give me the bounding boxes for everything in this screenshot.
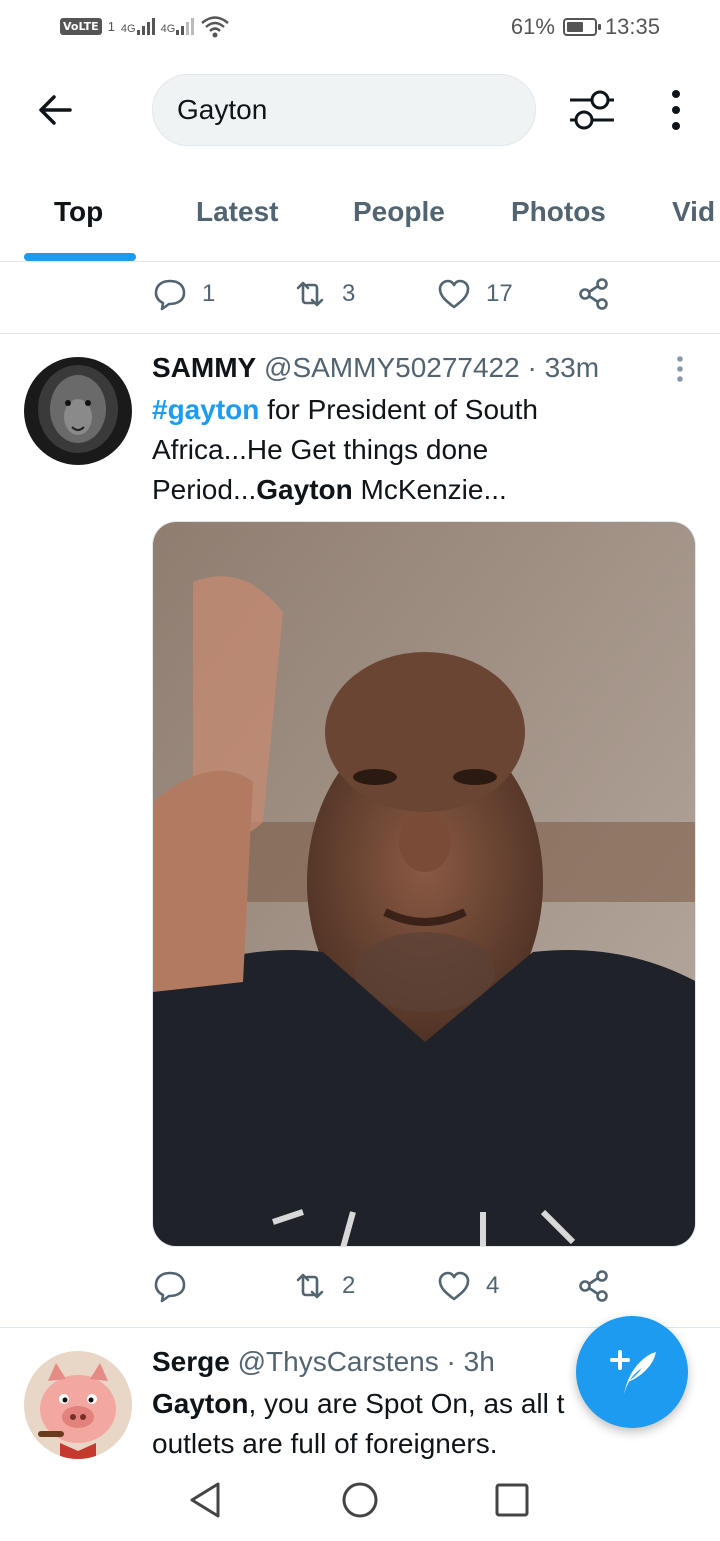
heart-icon [438,279,470,309]
nav-recents-icon[interactable] [490,1478,534,1522]
avatar[interactable] [24,357,132,465]
tweet-text-part: McKenzie... [352,474,507,505]
reply-button[interactable] [152,1268,202,1304]
tab-top[interactable]: Top [54,196,103,228]
reply-icon [154,1271,186,1303]
heart-icon [438,1271,470,1301]
system-nav-bar [0,1460,720,1541]
tweet-photo[interactable] [152,521,696,1247]
tweet-header: Serge @ThysCarstens · 3h [152,1346,495,1378]
retweet-count: 3 [342,280,356,307]
search-tabs: Top Latest People Photos Vid [0,166,720,262]
hashtag-link[interactable]: #gayton [152,394,259,425]
compose-tweet-icon [610,1350,656,1394]
like-count: 17 [486,280,513,307]
retweet-icon [296,1273,324,1299]
tab-videos[interactable]: Vid [672,196,715,228]
share-icon [579,278,608,310]
volte-badge: VoLTE [60,17,102,35]
tab-latest[interactable]: Latest [196,196,278,228]
battery-percent: 61% [510,14,555,39]
like-button[interactable]: 4 [436,1268,499,1304]
battery-icon [562,18,601,36]
reply-count: 1 [202,280,216,307]
nav-back-icon[interactable] [184,1478,228,1522]
clock: 13:35 [604,14,660,39]
tweet-text-bold: Gayton [152,1388,249,1419]
pig-avatar-image [24,1351,132,1459]
like-button[interactable]: 17 [436,276,513,312]
status-bar: VoLTE 1 4G 4G 61% 13:35 [0,0,720,56]
prev-tweet-actions: 1 3 17 [152,276,632,326]
tab-photos[interactable]: Photos [511,196,606,228]
tweet-header: SAMMY @SAMMY50277422 · 33m [152,352,599,384]
sim1-label: 1 [107,18,115,34]
status-right: 61% 13:35 [511,14,660,40]
retweet-count: 2 [342,1272,356,1299]
retweet-icon [296,281,324,307]
share-icon [579,1270,608,1302]
tweet-divider [0,333,720,334]
reply-button[interactable]: 1 [152,276,215,312]
sliders-icon[interactable] [566,86,618,134]
share-button[interactable] [576,276,612,312]
author-name[interactable]: Serge [152,1346,230,1377]
author-handle-time[interactable]: @ThysCarstens · 3h [238,1346,495,1377]
tweet-more-icon[interactable] [670,355,690,385]
tweet-text: #gayton for President of South Africa...… [152,390,632,510]
wifi-icon [201,16,230,38]
tab-people[interactable]: People [353,196,445,228]
selfie-photo-image [153,522,695,1246]
retweet-button[interactable]: 3 [292,276,355,312]
author-name[interactable]: SAMMY [152,352,256,383]
status-left: VoLTE 1 4G 4G [60,14,230,38]
compose-tweet-button[interactable] [576,1316,688,1428]
arrow-left-icon[interactable] [36,90,76,130]
network2-signal-icon: 4G [161,17,195,35]
network1-signal-icon: 4G [121,17,155,35]
share-button[interactable] [576,1268,612,1304]
search-input[interactable]: Gayton [152,74,536,146]
avatar[interactable] [24,1351,132,1459]
lion-avatar-image [24,357,132,465]
active-tab-indicator [24,253,136,261]
tweet-text-line: outlets are full of foreigners. [152,1428,498,1459]
tweet-actions: 2 4 [152,1268,632,1318]
author-handle-time[interactable]: @SAMMY50277422 · 33m [264,352,599,383]
search-header: Gayton [0,56,720,166]
like-count: 4 [486,1272,500,1299]
retweet-button[interactable]: 2 [292,1268,355,1304]
nav-home-icon[interactable] [338,1478,382,1522]
tweet-text-bold: Gayton [256,474,353,505]
reply-icon [154,279,186,311]
network1-label: 4G [120,23,136,35]
network2-label: 4G [160,23,176,35]
tweet-text-part: , you are Spot On, as all t [248,1388,565,1419]
more-vertical-icon[interactable] [664,88,688,132]
